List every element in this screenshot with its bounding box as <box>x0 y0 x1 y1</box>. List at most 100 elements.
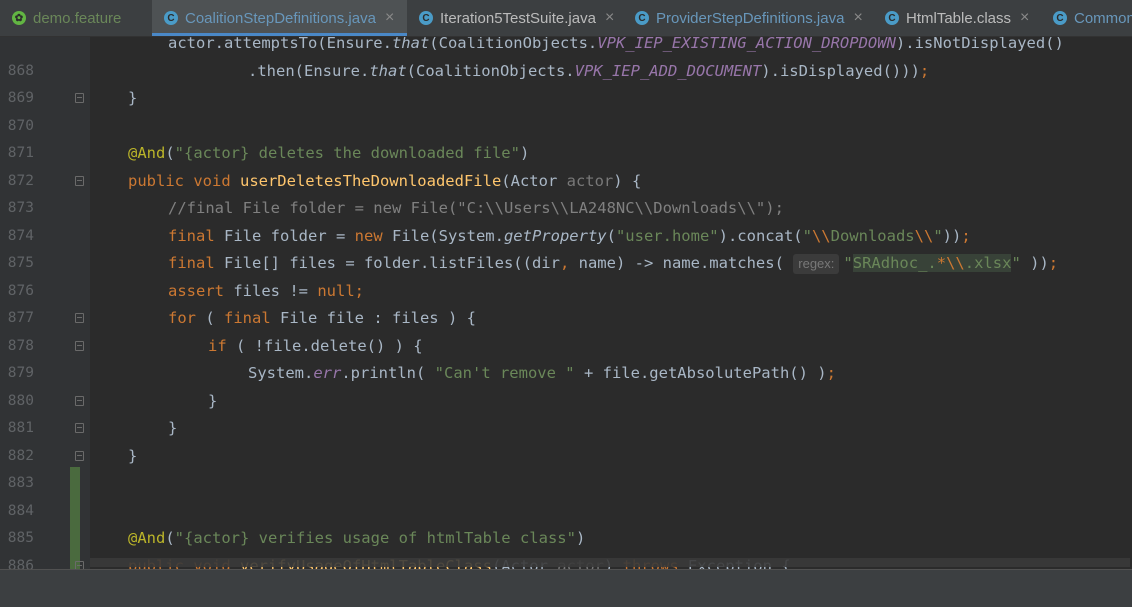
code-constant: VPK_IEP_ADD_DOCUMENT <box>574 61 762 80</box>
code-text: ).isDisplayed())) <box>761 61 920 80</box>
code-line[interactable]: 879 if ( !file.delete() ) { <box>0 333 1132 382</box>
code-text: name) -> name.matches( <box>578 254 794 272</box>
close-icon[interactable]: × <box>853 9 862 27</box>
code-line[interactable]: 883 } <box>0 443 1132 492</box>
code-keyword: final <box>224 309 280 327</box>
code-keyword: final <box>168 254 224 272</box>
fold-icon[interactable] <box>75 93 84 103</box>
tab-provider-step-definitions[interactable]: C ProviderStepDefinitions.java × <box>627 0 875 36</box>
code-line[interactable]: 881 } <box>0 388 1132 437</box>
fold-icon[interactable] <box>75 395 84 406</box>
code-line[interactable]: 878 for ( final File file : files ) { <box>0 305 1132 354</box>
code-keyword: public void <box>128 171 240 190</box>
fold-icon[interactable] <box>75 340 84 351</box>
code-line[interactable]: 882 } <box>0 415 1132 464</box>
code-text: (Actor <box>501 171 567 190</box>
method-name: userDeletesTheDownloadedFile <box>239 171 502 190</box>
tab-demo-feature[interactable]: ✿ demo.feature <box>0 0 152 36</box>
close-icon[interactable]: × <box>605 9 614 27</box>
cucumber-icon: ✿ <box>12 11 26 25</box>
code-line[interactable]: 872 @And("{actor} deletes the downloaded… <box>0 140 1132 189</box>
fold-icon[interactable] <box>75 423 84 433</box>
regex-highlight: SRAdhoc_.*\\.xlsx <box>852 254 1012 272</box>
code-escape: \\ <box>914 226 934 245</box>
code-text: ).isNotDisplayed() <box>895 37 1064 52</box>
code-text: getProperty <box>503 226 607 245</box>
horizontal-scrollbar[interactable] <box>90 558 1130 567</box>
code-text: } <box>168 419 178 437</box>
fold-icon[interactable] <box>75 450 84 461</box>
code-line[interactable]: 875 final File folder = new File(System.… <box>0 223 1132 272</box>
code-escape: \\ <box>946 254 965 272</box>
tab-label: Common <box>1074 9 1132 27</box>
code-text: .then(Ensure. <box>248 61 370 80</box>
code-string: "{actor} verifies usage of htmlTable cla… <box>174 529 576 547</box>
code-keyword: for <box>168 309 206 327</box>
code-annotation: @And <box>128 144 166 162</box>
code-string: " <box>933 226 943 245</box>
test-class-icon: C <box>419 11 433 25</box>
editor-tab-bar: ✿ demo.feature C CoalitionStepDefinition… <box>0 0 1132 37</box>
code-constant: err <box>313 364 342 382</box>
code-string: .xlsx <box>964 254 1012 272</box>
code-text: } <box>208 391 218 410</box>
tab-coalition-step-definitions[interactable]: C CoalitionStepDefinitions.java × <box>152 0 407 36</box>
code-keyword: if <box>208 336 236 355</box>
code-text: actor.attemptsTo(Ensure. <box>168 37 392 52</box>
code-keyword: final <box>168 226 224 245</box>
code-line[interactable]: 869 .then(Ensure.that(CoalitionObjects.V… <box>0 58 1132 107</box>
code-line[interactable]: 880 System.err.println( "Can't remove " … <box>0 360 1132 409</box>
code-line[interactable]: 871 <box>0 113 1132 161</box>
tab-html-table-class[interactable]: C HtmlTable.class × <box>875 0 1043 36</box>
close-icon[interactable]: × <box>385 9 394 27</box>
parameter-hint: regex: <box>793 254 840 274</box>
code-text: File(System. <box>391 226 504 245</box>
code-keyword: null; <box>317 281 364 300</box>
code-text: )) <box>1020 254 1049 272</box>
code-text: File file : files ) { <box>280 309 476 327</box>
code-text: , <box>559 254 579 272</box>
code-string: Downloads <box>830 226 915 245</box>
code-comment: //final File folder = new File("C:\\User… <box>168 199 784 217</box>
code-text: (CoalitionObjects. <box>429 37 598 52</box>
code-text: that <box>369 61 407 80</box>
code-line[interactable]: 870 } <box>0 85 1132 134</box>
code-text: that <box>391 37 430 52</box>
code-escape: \\ <box>811 226 831 245</box>
code-string: "Can't remove " <box>434 364 575 382</box>
code-escape: * <box>936 254 947 272</box>
code-text: ; <box>826 364 836 382</box>
fold-icon[interactable] <box>75 313 84 323</box>
code-text: } <box>128 446 138 465</box>
code-annotation: @And <box>128 529 166 547</box>
code-text: .println( <box>341 364 435 382</box>
code-string: "{actor} deletes the downloaded file" <box>174 144 520 162</box>
close-icon[interactable]: × <box>1020 9 1029 27</box>
code-line[interactable]: 877 assert files != null; <box>0 278 1132 327</box>
code-line[interactable]: 874 //final File folder = new File("C:\\… <box>0 195 1132 244</box>
code-constant: VPK_IEP_EXISTING_ACTION_DROPDOWN <box>597 37 896 52</box>
class-icon: C <box>1053 11 1067 25</box>
code-text: ; <box>1048 254 1059 272</box>
code-text: File folder = <box>224 226 355 245</box>
code-line[interactable]: 873 public void userDeletesTheDownloaded… <box>0 168 1132 217</box>
code-string: "user.home" <box>615 226 719 245</box>
code-text: System. <box>248 364 314 382</box>
tab-label: HtmlTable.class <box>906 9 1012 27</box>
tab-common[interactable]: C Common <box>1043 0 1132 36</box>
tab-iteration5-test-suite[interactable]: C Iteration5TestSuite.java × <box>407 0 627 36</box>
code-editor[interactable]: 868 actor.attemptsTo(Ensure.that(Coaliti… <box>0 37 1132 569</box>
code-text: ) { <box>613 171 642 190</box>
tab-label: ProviderStepDefinitions.java <box>656 9 845 27</box>
fold-icon[interactable] <box>75 175 84 186</box>
code-text: ( <box>606 226 616 245</box>
code-line[interactable]: 885 <box>0 498 1132 546</box>
code-line[interactable]: 884 <box>0 470 1132 519</box>
code-line[interactable]: 876 final File[] files = folder.listFile… <box>0 250 1132 299</box>
class-icon: C <box>635 11 649 25</box>
code-text: (CoalitionObjects. <box>406 61 575 80</box>
code-line[interactable]: 868 actor.attemptsTo(Ensure.that(Coaliti… <box>0 37 1132 79</box>
code-text: + file.getAbsolutePath() ) <box>574 364 827 382</box>
fold-icon[interactable] <box>75 560 84 569</box>
code-line[interactable]: 886 @And("{actor} verifies usage of html… <box>0 525 1132 569</box>
